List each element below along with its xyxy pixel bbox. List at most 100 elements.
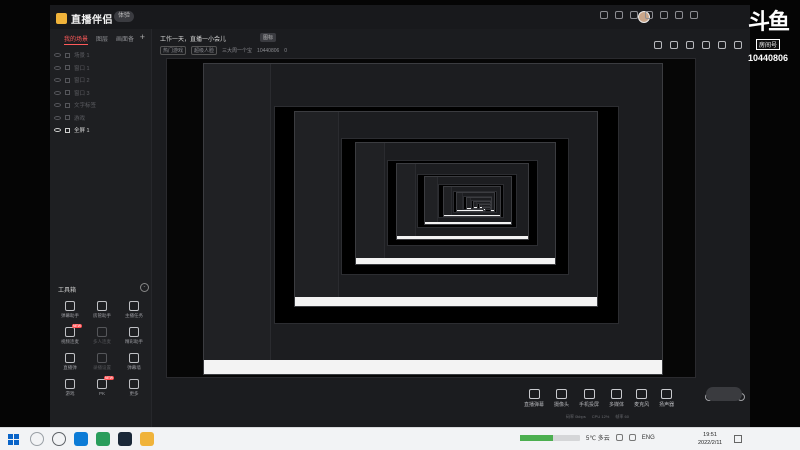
scene-item[interactable]: 窗口 2	[54, 74, 151, 87]
lock-icon[interactable]	[65, 52, 70, 58]
scene-list: 场景 1 窗口 1 窗口 2 窗口 3 文字标签游戏全屏 1	[50, 45, 151, 137]
lock-icon[interactable]	[670, 41, 678, 49]
edit-label[interactable]: 三大周一个宝	[222, 47, 252, 54]
weather[interactable]: 5℃ 多云	[586, 433, 610, 442]
tool-item[interactable]: 更多	[118, 379, 150, 397]
preview-mirror	[424, 176, 512, 225]
close-icon[interactable]	[690, 11, 698, 19]
tool-item[interactable]: 游戏	[54, 379, 86, 397]
tool-item[interactable]: NEW PK	[86, 376, 118, 397]
mirror-sidebar	[204, 64, 271, 374]
volume-icon[interactable]	[628, 434, 636, 441]
lock-icon[interactable]	[65, 90, 70, 96]
tool-item[interactable]: 弹幕助手	[54, 301, 86, 319]
more-icon[interactable]	[734, 41, 742, 49]
scene-item[interactable]: 文字标签	[54, 99, 151, 112]
eye-icon[interactable]	[54, 78, 61, 83]
scene-label: 全屏 1	[74, 128, 90, 135]
lock-icon[interactable]	[65, 115, 70, 121]
preview-mirror	[396, 163, 529, 240]
steam-icon[interactable]	[118, 432, 132, 446]
sidebar-tab[interactable]: 画面备	[116, 34, 134, 45]
tool-item[interactable]: 主播任务	[118, 301, 150, 319]
network-icon[interactable]	[615, 434, 623, 441]
scene-item[interactable]: 窗口 3	[54, 87, 151, 100]
search-icon[interactable]	[30, 432, 44, 446]
mirror-preview	[463, 196, 492, 212]
chat-icon[interactable]	[615, 11, 623, 19]
speaker-button[interactable]: 扬声器	[659, 389, 674, 408]
clock[interactable]: 19:51 2022/2/11	[698, 431, 722, 447]
scene-item[interactable]: 全屏 1	[54, 124, 151, 137]
version-badge[interactable]: 体验	[114, 11, 135, 22]
lock-icon[interactable]	[65, 65, 70, 71]
douyu-logo: 斗鱼	[747, 10, 790, 35]
phone-cast-button[interactable]: 手机投屏	[579, 389, 599, 408]
notification-icon[interactable]	[734, 435, 742, 443]
scene-item[interactable]: 场景 1	[54, 49, 151, 62]
minimize-icon[interactable]	[675, 11, 683, 19]
edge-icon[interactable]	[74, 432, 88, 446]
sidebar-tab[interactable]: 我的场景	[64, 34, 89, 45]
tool-item[interactable]: 多人连麦	[86, 327, 118, 345]
ctrl-label: 摄像头	[554, 402, 570, 408]
bell-icon[interactable]	[702, 41, 710, 49]
eye-icon[interactable]	[54, 65, 61, 70]
camera-button[interactable]: 摄像头	[554, 389, 569, 408]
category-pill[interactable]: 热门游戏	[160, 46, 187, 55]
live-companion-icon[interactable]	[140, 432, 154, 446]
tool-item[interactable]: 精彩助手	[118, 327, 150, 345]
room-title[interactable]: 工作一天，直播一小会儿	[160, 34, 226, 43]
add-scene-button[interactable]: +	[140, 32, 145, 42]
language-indicator[interactable]: ENG	[642, 435, 655, 441]
eye-icon[interactable]	[54, 115, 61, 120]
scene-label: 窗口 3	[74, 90, 90, 97]
task-view-icon[interactable]	[52, 432, 66, 446]
tool-item[interactable]: 直播弹	[54, 353, 86, 371]
scene-item[interactable]: 窗口 1	[54, 62, 151, 75]
wall-icon	[129, 353, 139, 363]
tool-item[interactable]: 录播设置	[86, 353, 118, 371]
tool-item[interactable]: 房管助手	[86, 301, 118, 319]
scene-label: 文字标签	[74, 103, 97, 110]
room-tag[interactable]: 图标	[260, 33, 277, 42]
tool-item[interactable]: 弹幕墙	[118, 353, 150, 371]
lock-icon[interactable]	[65, 77, 70, 83]
clock-date: 2022/2/11	[698, 440, 723, 446]
share-icon[interactable]	[718, 41, 726, 49]
layout-icon[interactable]	[654, 41, 662, 49]
danmaku-screen-icon	[528, 389, 540, 399]
windows-start-icon[interactable]	[8, 434, 19, 445]
tool-label: 弹幕助手	[61, 313, 79, 318]
preview-mirror	[355, 142, 556, 265]
tool-item[interactable]: NEW 视频连麦	[54, 324, 86, 345]
lock-icon[interactable]	[65, 127, 70, 133]
gift-icon[interactable]	[630, 11, 638, 19]
scene-item[interactable]: 游戏	[54, 112, 151, 125]
bottom-controls: 直播弹幕 摄像头 手机投屏 多媒体 麦克风 扬声器	[152, 383, 750, 427]
shirt-icon[interactable]	[600, 11, 608, 19]
eye-icon[interactable]	[54, 53, 61, 58]
tool-label: 更多	[129, 391, 139, 396]
mirror-preview	[438, 184, 504, 218]
lock-icon[interactable]	[65, 102, 70, 108]
tool-label: 房管助手	[93, 313, 111, 318]
store-icon[interactable]	[96, 432, 110, 446]
sidebar-tab[interactable]: 图层	[96, 34, 108, 45]
eye-icon[interactable]	[54, 90, 61, 95]
mic-button[interactable]: 麦克风	[634, 389, 649, 408]
toolbox-collapse-button[interactable]: -	[140, 283, 149, 292]
eye-icon[interactable]	[54, 128, 61, 133]
live-preview[interactable]	[166, 58, 696, 378]
start-live-button[interactable]	[706, 387, 742, 401]
mail-icon[interactable]	[645, 11, 653, 19]
danmaku-screen-button[interactable]: 直播弹幕	[524, 389, 544, 408]
gift-box-icon[interactable]	[686, 41, 694, 49]
sub-category-pill[interactable]: 超级人脸	[191, 46, 218, 55]
followers-count: 0	[284, 47, 288, 54]
windows-taskbar: 5℃ 多云 ENG 19:51 2022/2/11	[0, 427, 800, 450]
sidebar: 我的场景 图层 画面备 + 场景 1 窗口 1 窗口 2 窗口 3 文字标签 游戏 全屏 1 工…	[50, 29, 162, 444]
settings-icon[interactable]	[660, 11, 668, 19]
eye-icon[interactable]	[54, 103, 61, 108]
media-button[interactable]: 多媒体	[609, 389, 624, 408]
